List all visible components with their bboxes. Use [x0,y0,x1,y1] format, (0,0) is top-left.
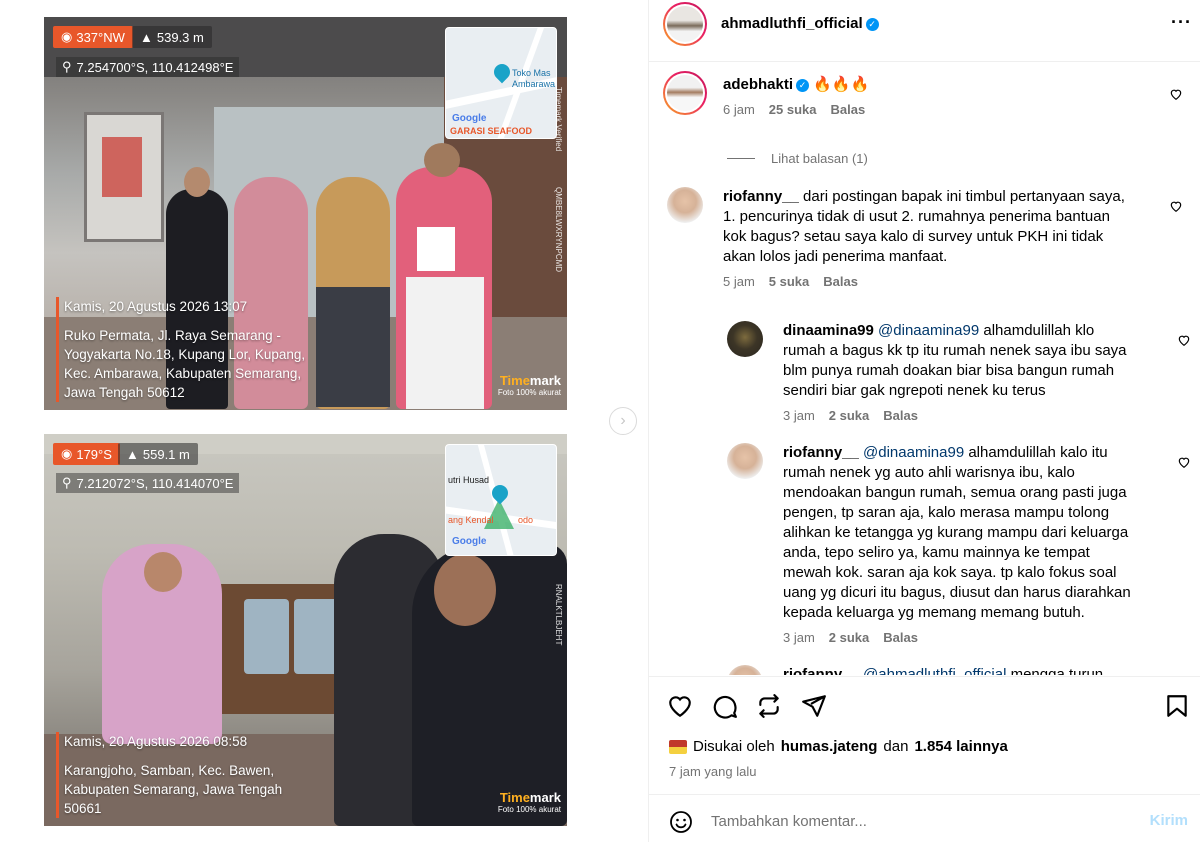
reply-button[interactable]: Balas [823,274,858,289]
repost-icon[interactable] [756,693,782,719]
comment-time[interactable]: 3 jam [783,630,815,645]
comment-time[interactable]: 5 jam [723,274,755,289]
comment-composer: Kirim [649,794,1200,842]
next-arrow-icon[interactable]: › [609,407,637,435]
comment-input[interactable] [711,809,1131,833]
like-heart-icon[interactable] [667,693,693,719]
timemark-logo: Timemark Foto 100% akurat [497,373,561,397]
altitude-badge: ▲ 559.1 m [118,443,198,465]
altitude-text: 559.1 m [142,446,190,462]
share-send-icon[interactable] [801,693,827,719]
post-actions: Disukai oleh humas.jateng dan 1.854 lain… [649,676,1200,794]
mention-link[interactable]: @dinaamina99 [863,444,964,461]
mention-link[interactable]: @dinaamina99 [878,322,979,339]
view-replies-button[interactable]: Lihat balasan (1) [727,151,868,166]
bookmark-icon[interactable] [1164,693,1190,719]
location-pin-icon: ⚲ [62,59,72,74]
post-time[interactable]: 7 jam yang lalu [669,764,756,779]
timestamp-block: Kamis, 20 Agustus 2026 08:58 Karangjoho,… [56,732,282,818]
comment-likes[interactable]: 2 suka [829,630,869,645]
comment-time[interactable]: 3 jam [783,408,815,423]
comment-username[interactable]: adebhakti [723,76,793,93]
comment-list: adebhakti ✓ 🔥🔥🔥 6 jam 25 suka Balas Lihat… [649,63,1200,675]
compass-heading-badge: ◉ 337°NW [53,26,133,48]
compass-icon: ◉ [61,446,73,461]
timemark-logo: Timemark Foto 100% akurat [497,790,561,814]
google-logo: Google [452,536,487,547]
more-horizontal-icon[interactable]: ··· [1171,12,1192,33]
heading-text: 179°S [76,446,112,462]
location-pin-icon: ⚲ [62,475,72,490]
author-username[interactable]: ahmadluthfi_official [721,15,863,32]
verified-badge-icon: ✓ [865,18,879,31]
comment-bubble-icon[interactable] [712,693,738,719]
photo-bank-visit[interactable]: ◉ 337°NW ▲ 539.3 m ⚲ 7.254700°S, 110.412… [44,17,567,410]
likes-count[interactable]: 1.854 lainnya [914,738,1007,755]
comment-username[interactable]: dinaamina99 [783,322,874,339]
comments-panel: ahmadluthfi_official ✓ ··· adebhakti ✓ 🔥🔥🔥… [649,0,1200,842]
heart-icon[interactable] [1169,87,1183,101]
altitude-text: 539.3 m [156,29,204,45]
comment-username[interactable]: riofanny__ [783,666,859,675]
post-comment-button[interactable]: Kirim [1150,812,1188,829]
verified-badge-icon: ✓ [796,79,810,92]
comment-username[interactable]: riofanny__ [783,444,859,461]
coordinates: ⚲ 7.212072°S, 110.414070°E [56,473,240,493]
commenter-avatar[interactable] [727,443,763,479]
coordinates: ⚲ 7.254700°S, 110.412498°E [56,57,240,77]
compass-heading-badge: ◉ 179°S [53,443,120,465]
commenter-avatar[interactable] [727,665,763,675]
datetime-text: Kamis, 20 Agustus 2026 13:07 [64,299,248,314]
mini-map[interactable]: Toko Mas Ambarawa GARASI SEAFOOD Google [445,27,557,139]
commenter-avatar[interactable] [727,321,763,357]
comment-likes[interactable]: 5 suka [769,274,809,289]
comment-likes[interactable]: 2 suka [829,408,869,423]
heading-text: 337°NW [76,29,125,45]
map-pin-icon [490,60,514,84]
mini-map[interactable]: utri Husad ang Kendal odo Google [445,444,557,556]
photo-home-visit[interactable]: ◉ 179°S ▲ 559.1 m ⚲ 7.212072°S, 110.4140… [44,434,567,826]
mountain-icon: ▲ [126,446,139,462]
reply-button[interactable]: Balas [883,408,918,423]
datetime-text: Kamis, 20 Agustus 2026 08:58 [64,734,248,749]
commenter-avatar[interactable] [663,71,707,115]
comment-time[interactable]: 6 jam [723,102,755,117]
reply-button[interactable]: Balas [831,102,866,117]
heart-icon[interactable] [1177,455,1191,469]
author-avatar[interactable] [663,2,707,46]
liker-avatar-icon[interactable] [669,739,687,754]
compass-icon: ◉ [61,29,73,44]
commenter-avatar[interactable] [667,187,703,223]
timestamp-block: Kamis, 20 Agustus 2026 13:07 Ruko Permat… [56,297,305,402]
mention-link[interactable]: @ahmadluthfi_official [863,666,1006,675]
mountain-icon: ▲ [140,29,153,45]
comment-username[interactable]: riofanny__ [723,188,799,205]
emoji-icon[interactable] [669,810,693,834]
post-header: ahmadluthfi_official ✓ ··· [649,0,1200,62]
liked-by: Disukai oleh humas.jateng dan 1.854 lain… [669,738,1008,755]
heart-icon[interactable] [1169,199,1183,213]
comment-likes[interactable]: 25 suka [769,102,817,117]
reply-button[interactable]: Balas [883,630,918,645]
heart-icon[interactable] [1177,333,1191,347]
altitude-badge: ▲ 539.3 m [132,26,212,48]
liker-username[interactable]: humas.jateng [781,738,878,755]
comment-text: 🔥🔥🔥 [813,76,870,93]
google-logo: Google [452,113,487,124]
post-media: ◉ 337°NW ▲ 539.3 m ⚲ 7.254700°S, 110.412… [0,0,648,842]
